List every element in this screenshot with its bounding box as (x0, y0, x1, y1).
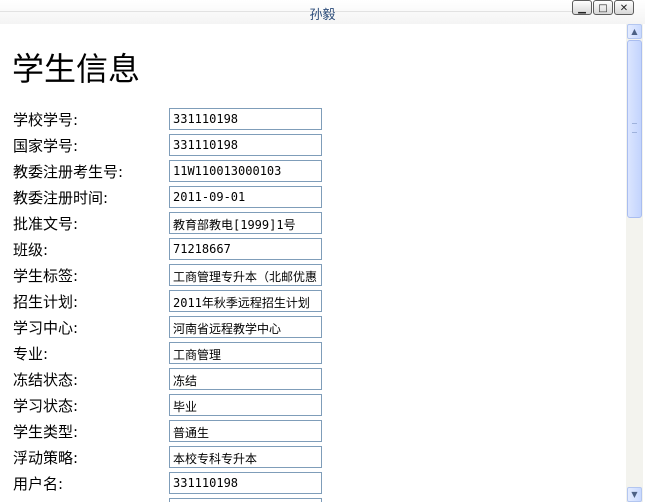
field-label: 学习中心: (13, 319, 79, 337)
form-row: 浮动策略: 本校专科专升本 (0, 446, 626, 472)
field-value-input[interactable]: 本校专科专升本 (169, 446, 322, 468)
maximize-icon: □ (598, 3, 608, 14)
field-value-input[interactable]: 331110198 (169, 134, 322, 156)
close-icon: ✕ (619, 3, 629, 14)
form-row (0, 498, 626, 502)
up-arrow-icon: ▲ (631, 27, 638, 36)
minimize-icon: ▁ (578, 3, 586, 14)
field-label: 国家学号: (13, 137, 79, 155)
window-title: 孙毅 (309, 8, 336, 23)
form-row: 批准文号: 教育部教电[1999]1号 (0, 212, 626, 238)
field-label: 专业: (13, 345, 49, 363)
field-label: 冻结状态: (13, 371, 79, 389)
field-label: 学校学号: (13, 111, 79, 129)
field-label: 招生计划: (13, 293, 79, 311)
form-row: 教委注册时间: 2011-09-01 (0, 186, 626, 212)
form-row: 学习状态: 毕业 (0, 394, 626, 420)
field-value-input[interactable]: 2011年秋季远程招生计划 (169, 290, 322, 312)
close-button[interactable]: ✕ (614, 0, 634, 15)
form-row: 班级: 71218667 (0, 238, 626, 264)
form-row: 学生类型: 普通生 (0, 420, 626, 446)
field-label: 学生类型: (13, 423, 79, 441)
minimize-button[interactable]: ▁ (572, 0, 592, 15)
field-label: 教委注册考生号: (13, 163, 124, 181)
window-controls: ▁ □ ✕ (572, 0, 634, 16)
field-label: 批准文号: (13, 215, 79, 233)
field-value-input[interactable]: 331110198 (169, 108, 322, 130)
scroll-down-button[interactable]: ▼ (627, 487, 642, 502)
scroll-up-button[interactable]: ▲ (627, 24, 642, 39)
window-titlebar[interactable]: 孙毅 ▁ □ ✕ (0, 0, 645, 24)
field-label: 学习状态: (13, 397, 79, 415)
form-row: 国家学号: 331110198 (0, 134, 626, 160)
form-row: 学习中心: 河南省远程教学中心 (0, 316, 626, 342)
field-value-input[interactable]: 普通生 (169, 420, 322, 442)
field-value-input[interactable]: 冻结 (169, 368, 322, 390)
down-arrow-icon: ▼ (631, 490, 638, 499)
field-label: 学生标签: (13, 267, 79, 285)
form-row: 学校学号: 331110198 (0, 108, 626, 134)
field-value-input[interactable]: 71218667 (169, 238, 322, 260)
form-row: 招生计划: 2011年秋季远程招生计划 (0, 290, 626, 316)
field-value-input[interactable]: 毕业 (169, 394, 322, 416)
student-info-form: 学校学号: 331110198 国家学号: 331110198 教委注册考生号: 11W1… (0, 108, 626, 502)
field-value-input[interactable]: 河南省远程教学中心 (169, 316, 322, 338)
field-label: 浮动策略: (13, 449, 79, 467)
form-row: 冻结状态: 冻结 (0, 368, 626, 394)
field-label: 用户名: (13, 475, 64, 493)
field-value-input[interactable]: 教育部教电[1999]1号 (169, 212, 322, 234)
thumb-grip-icon (632, 123, 637, 133)
form-row: 用户名: 331110198 (0, 472, 626, 498)
scrollbar-thumb[interactable] (627, 40, 642, 218)
form-row: 专业: 工商管理 (0, 342, 626, 368)
form-row: 学生标签: 工商管理专升本（北邮优惠 (0, 264, 626, 290)
content-area: 学生信息 学校学号: 331110198 国家学号: 331110198 教委注册考生号… (0, 24, 626, 502)
form-row: 教委注册考生号: 11W110013000103 (0, 160, 626, 186)
vertical-scrollbar[interactable]: ▲ ▼ (626, 24, 643, 502)
page-heading: 学生信息 (12, 50, 141, 88)
field-value-input[interactable]: 11W110013000103 (169, 160, 322, 182)
maximize-button[interactable]: □ (593, 0, 613, 15)
field-label: 教委注册时间: (13, 189, 109, 207)
field-label: 班级: (13, 241, 49, 259)
field-value-input[interactable]: 331110198 (169, 472, 322, 494)
field-value-input[interactable]: 工商管理 (169, 342, 322, 364)
field-value-input[interactable] (169, 498, 322, 502)
field-value-input[interactable]: 工商管理专升本（北邮优惠 (169, 264, 322, 286)
field-value-input[interactable]: 2011-09-01 (169, 186, 322, 208)
